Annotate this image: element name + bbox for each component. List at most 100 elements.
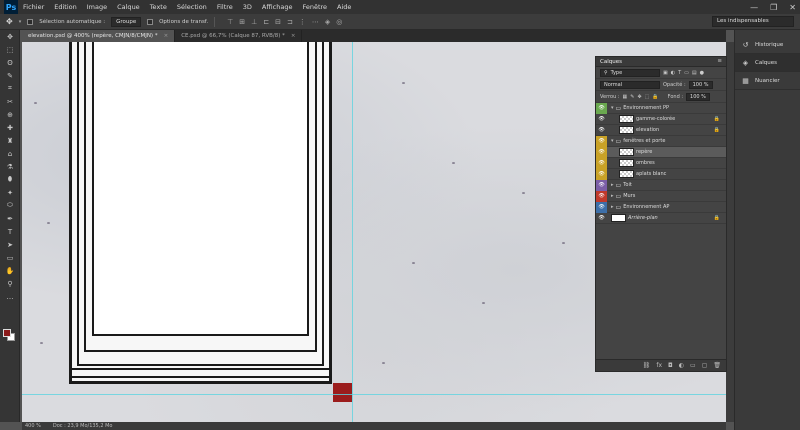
trash-icon[interactable]: 🗑 bbox=[713, 362, 721, 369]
group-icon[interactable]: ▭ bbox=[690, 362, 696, 369]
tool-16-icon[interactable]: ➤ bbox=[0, 238, 20, 251]
new-layer-icon[interactable]: ▢ bbox=[702, 362, 708, 369]
menu-item-aide[interactable]: Aide bbox=[332, 3, 356, 11]
lock-artboard-icon[interactable]: ⬚ bbox=[645, 94, 650, 100]
visibility-eye-icon[interactable]: 👁 bbox=[596, 190, 607, 202]
tool-4-icon[interactable]: ⌗ bbox=[0, 82, 20, 95]
filter-adjust-icon[interactable]: ◐ bbox=[671, 70, 675, 76]
close-tab-icon[interactable]: × bbox=[164, 33, 169, 39]
foreground-color-swatch[interactable] bbox=[3, 329, 11, 337]
auto-select-dropdown[interactable]: Groupe bbox=[111, 16, 142, 27]
menu-item-selection[interactable]: Sélection bbox=[172, 3, 212, 11]
tool-11-icon[interactable]: ⬮ bbox=[0, 173, 20, 186]
tab-ce[interactable]: CE.psd @ 66,7% (Calque 87, RVB/8) * × bbox=[175, 30, 303, 42]
tab-elevation[interactable]: elevation.psd @ 400% (repère, CMJN/8/CMJ… bbox=[22, 30, 176, 42]
align-right-icon[interactable]: ⊐ bbox=[287, 18, 293, 26]
tool-9-icon[interactable]: ⌂ bbox=[0, 147, 20, 160]
distribute-icon[interactable]: ⋮ bbox=[299, 18, 306, 26]
mask-icon[interactable]: ◘ bbox=[668, 362, 673, 369]
align-bottom-icon[interactable]: ⊥ bbox=[251, 18, 257, 26]
fx-icon[interactable]: fx bbox=[656, 362, 662, 369]
3d-mode-icon[interactable]: ◈ bbox=[325, 18, 330, 26]
layer-thumbnail[interactable] bbox=[611, 214, 626, 222]
tool-7-icon[interactable]: ✚ bbox=[0, 121, 20, 134]
tool-0-icon[interactable]: ✥ bbox=[0, 30, 20, 43]
panel-menu-icon[interactable]: ≡ bbox=[717, 58, 722, 64]
layer-row[interactable]: 👁 ▾ ▭ fenêtres et porte bbox=[596, 135, 726, 147]
menu-item-image[interactable]: Image bbox=[82, 3, 112, 11]
panel-calques[interactable]: ◈ Calques bbox=[735, 54, 800, 72]
layer-row[interactable]: 👁 Arrière-plan 🔒 bbox=[596, 213, 726, 224]
visibility-eye-icon[interactable]: 👁 bbox=[596, 114, 607, 125]
menu-item-calque[interactable]: Calque bbox=[112, 3, 145, 11]
vertical-scrollbar[interactable] bbox=[726, 42, 734, 422]
layer-row[interactable]: 👁 elevation 🔒 bbox=[596, 125, 726, 136]
filter-pixel-icon[interactable]: ▣ bbox=[663, 70, 668, 76]
layer-row[interactable]: 👁 ombres bbox=[596, 157, 726, 169]
tool-3-icon[interactable]: ✎ bbox=[0, 69, 20, 82]
filter-text-icon[interactable]: T bbox=[678, 70, 681, 76]
chevron-down-icon[interactable]: ▾ bbox=[19, 19, 22, 25]
workspace-dropdown[interactable]: Les indispensables bbox=[712, 16, 794, 27]
expand-chevron-icon[interactable]: ▸ bbox=[611, 193, 614, 199]
adjustment-icon[interactable]: ◐ bbox=[679, 362, 684, 369]
menu-item-fichier[interactable]: Fichier bbox=[18, 3, 49, 11]
maximize-icon[interactable]: ❐ bbox=[770, 3, 777, 12]
menu-item-edition[interactable]: Edition bbox=[49, 3, 82, 11]
align-middle-icon[interactable]: ⊞ bbox=[239, 18, 245, 26]
layer-thumbnail[interactable] bbox=[619, 126, 634, 134]
align-left-icon[interactable]: ⊏ bbox=[263, 18, 269, 26]
expand-chevron-icon[interactable]: ▾ bbox=[611, 138, 614, 144]
tool-10-icon[interactable]: ⚗ bbox=[0, 160, 20, 173]
visibility-eye-icon[interactable]: 👁 bbox=[596, 125, 607, 136]
layer-row[interactable]: 👁 ▸ ▭ Environnement AP bbox=[596, 201, 726, 213]
layer-row[interactable]: 👁 gamme-colorée 🔒 bbox=[596, 114, 726, 125]
vertical-guide[interactable] bbox=[352, 42, 353, 422]
menu-item-affichage[interactable]: Affichage bbox=[257, 3, 298, 11]
zoom-level[interactable]: 400 % bbox=[25, 423, 41, 429]
align-top-icon[interactable]: ⊤ bbox=[227, 18, 233, 26]
link-icon[interactable]: ⛓ bbox=[643, 362, 651, 369]
expand-chevron-icon[interactable]: ▸ bbox=[611, 182, 614, 188]
filter-smart-icon[interactable]: ▤ bbox=[692, 70, 697, 76]
close-tab-icon[interactable]: × bbox=[291, 33, 296, 39]
blend-mode-dropdown[interactable]: Normal bbox=[600, 80, 660, 89]
fill-field[interactable]: 100 % bbox=[686, 92, 711, 101]
layer-row[interactable]: 👁 ▸ ▭ Murs bbox=[596, 190, 726, 202]
tool-1-icon[interactable]: ⬚ bbox=[0, 43, 20, 56]
menu-item-fenetre[interactable]: Fenêtre bbox=[297, 3, 332, 11]
layer-thumbnail[interactable] bbox=[619, 159, 634, 167]
tool-2-icon[interactable]: ʘ bbox=[0, 56, 20, 69]
auto-select-checkbox[interactable] bbox=[27, 18, 34, 25]
tool-8-icon[interactable]: ♜ bbox=[0, 134, 20, 147]
align-center-icon[interactable]: ⊟ bbox=[275, 18, 281, 26]
3d-rotate-icon[interactable]: ◎ bbox=[336, 18, 342, 26]
lock-transparent-icon[interactable]: ▦ bbox=[623, 94, 628, 100]
filter-shape-icon[interactable]: ▭ bbox=[684, 70, 689, 76]
menu-item-filtre[interactable]: Filtre bbox=[212, 3, 238, 11]
visibility-eye-icon[interactable]: 👁 bbox=[596, 201, 607, 213]
tool-5-icon[interactable]: ✂ bbox=[0, 95, 20, 108]
layer-row[interactable]: 👁 repère bbox=[596, 146, 726, 158]
tool-12-icon[interactable]: ✦ bbox=[0, 186, 20, 199]
expand-chevron-icon[interactable]: ▸ bbox=[611, 204, 614, 210]
visibility-eye-icon[interactable]: 👁 bbox=[596, 213, 607, 224]
horizontal-guide[interactable] bbox=[22, 394, 726, 395]
tool-6-icon[interactable]: ⊕ bbox=[0, 108, 20, 121]
panel-historique[interactable]: ↺ Historique bbox=[735, 36, 800, 54]
menu-item-texte[interactable]: Texte bbox=[145, 3, 172, 11]
tool-14-icon[interactable]: ✒ bbox=[0, 212, 20, 225]
layer-row[interactable]: 👁 ▾ ▭ Environnement PP bbox=[596, 102, 726, 114]
layers-panel-title[interactable]: Calques bbox=[600, 59, 622, 65]
visibility-eye-icon[interactable]: 👁 bbox=[596, 157, 607, 169]
filter-toggle-icon[interactable]: ● bbox=[700, 70, 704, 76]
tool-19-icon[interactable]: ⚲ bbox=[0, 277, 20, 290]
opacity-field[interactable]: 100 % bbox=[688, 80, 713, 89]
minimize-icon[interactable]: — bbox=[750, 3, 758, 12]
layer-row[interactable]: 👁 ▸ ▭ Toit bbox=[596, 179, 726, 191]
visibility-eye-icon[interactable]: 👁 bbox=[596, 146, 607, 158]
tool-17-icon[interactable]: ▭ bbox=[0, 251, 20, 264]
filter-type-dropdown[interactable]: ⚲ Type bbox=[600, 68, 660, 77]
move-tool-icon[interactable]: ✥ bbox=[6, 17, 13, 26]
layer-thumbnail[interactable] bbox=[619, 115, 634, 123]
